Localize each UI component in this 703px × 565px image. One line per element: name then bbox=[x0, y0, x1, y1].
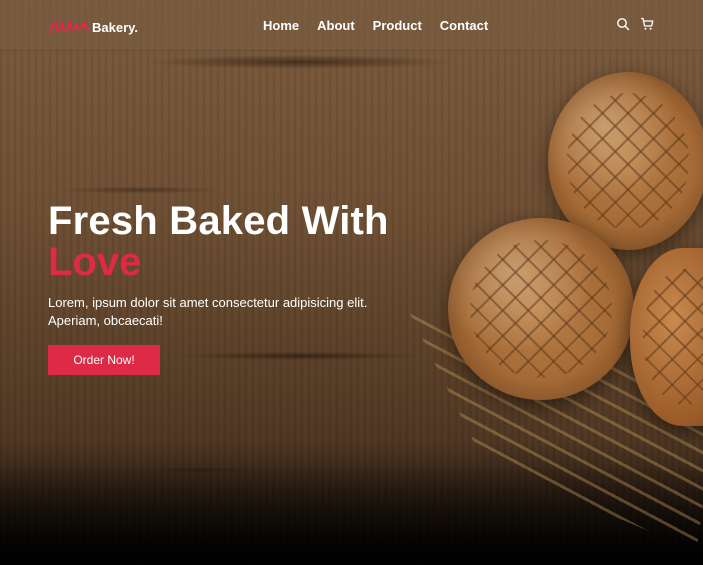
nav-menu: Home About Product Contact bbox=[263, 18, 506, 33]
nav-link-home[interactable]: Home bbox=[263, 18, 299, 33]
hero-title: Fresh Baked With bbox=[48, 199, 389, 243]
bread-image bbox=[448, 218, 634, 400]
search-icon[interactable] bbox=[616, 17, 630, 31]
navbar: Bakery. Home About Product Contact bbox=[0, 0, 703, 51]
logo[interactable]: Bakery. bbox=[48, 13, 138, 37]
hero-section: Bakery. Home About Product Contact Fresh… bbox=[0, 0, 703, 565]
nav-link-about[interactable]: About bbox=[317, 18, 355, 33]
logo-mark-icon bbox=[49, 20, 90, 34]
logo-text: Bakery. bbox=[92, 20, 139, 35]
order-now-button[interactable]: Order Now! bbox=[48, 345, 160, 375]
hero-content: Fresh Baked With Love Lorem, ipsum dolor… bbox=[48, 198, 418, 375]
nav-link-product[interactable]: Product bbox=[373, 18, 422, 33]
cart-icon[interactable] bbox=[640, 17, 654, 31]
hero-title-accent: Love bbox=[48, 240, 142, 284]
nav-link-contact[interactable]: Contact bbox=[440, 18, 488, 33]
hero-description: Lorem, ipsum dolor sit amet consectetur … bbox=[48, 295, 368, 328]
nav-icons bbox=[616, 17, 654, 31]
